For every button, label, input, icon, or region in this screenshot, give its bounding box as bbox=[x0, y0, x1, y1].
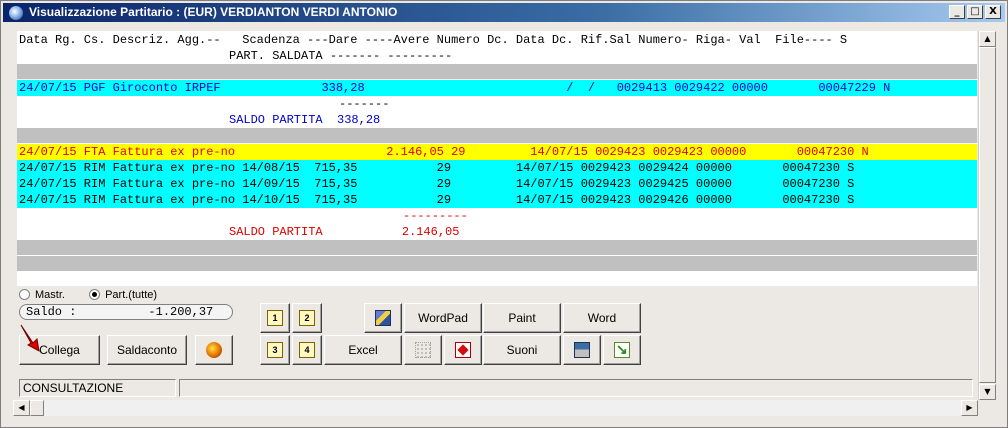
saldo-partita-row: SALDO PARTITA 338,28 bbox=[17, 112, 977, 128]
row-text: 24/07/15 RIM Fattura ex pre-no 14/10/15 … bbox=[19, 193, 855, 207]
row-text: ------- bbox=[339, 97, 390, 111]
table-row[interactable]: 24/07/15 PGF Giroconto IRPEF 338,28 / / … bbox=[17, 80, 977, 96]
mastr-label: Mastr. bbox=[35, 289, 65, 301]
excel-label: Excel bbox=[348, 343, 378, 357]
row-text: SALDO PARTITA 2.146,05 bbox=[229, 225, 460, 239]
export-button[interactable] bbox=[364, 303, 402, 333]
maximize-button[interactable]: □ bbox=[967, 5, 983, 19]
paint-button[interactable]: Paint bbox=[483, 303, 561, 333]
document-1-icon: 1 bbox=[267, 310, 283, 326]
view-options: Mastr. Part.(tutte) bbox=[19, 289, 157, 301]
page-3-button[interactable]: 3 bbox=[260, 335, 290, 365]
status-mode: CONSULTAZIONE bbox=[19, 379, 176, 397]
grid-dots-button[interactable] bbox=[404, 335, 442, 365]
ledger-grid[interactable]: Data Rg. Cs. Descriz. Agg.-- Scadenza --… bbox=[17, 31, 977, 286]
horizontal-scrollbar[interactable]: ◀ ▶ bbox=[13, 400, 978, 416]
exit-button[interactable] bbox=[603, 335, 641, 365]
table-row[interactable]: 24/07/15 RIM Fattura ex pre-no 14/09/15 … bbox=[17, 176, 977, 192]
status-bar: CONSULTAZIONE bbox=[19, 379, 973, 397]
page-1-button[interactable]: 1 bbox=[260, 303, 290, 333]
grid-subheader-text: PART. SALDATA ------- --------- bbox=[229, 49, 453, 63]
grid-header-text: Data Rg. Cs. Descriz. Agg.-- Scadenza --… bbox=[19, 33, 848, 47]
status-message bbox=[179, 379, 973, 397]
window-title: Visualizzazione Partitario : (EUR) VERDI… bbox=[29, 5, 398, 19]
partitario-window: Visualizzazione Partitario : (EUR) VERDI… bbox=[0, 0, 1008, 428]
wordpad-button[interactable]: WordPad bbox=[404, 303, 482, 333]
print-button[interactable] bbox=[563, 335, 601, 365]
page-2-button[interactable]: 2 bbox=[292, 303, 322, 333]
scroll-up-button[interactable]: ▲ bbox=[979, 31, 996, 47]
saldaconto-button[interactable]: Saldaconto bbox=[107, 335, 187, 365]
refresh-button[interactable] bbox=[195, 335, 233, 365]
part-tutte-radio[interactable] bbox=[89, 289, 101, 300]
scroll-down-button[interactable]: ▼ bbox=[979, 384, 996, 400]
app-logo-icon bbox=[9, 6, 23, 20]
separator-row bbox=[17, 240, 977, 255]
saldo-display: Saldo : -1.200,37 bbox=[19, 304, 233, 320]
collega-label: Collega bbox=[39, 343, 80, 357]
printer-icon bbox=[574, 342, 590, 358]
saldaconto-label: Saldaconto bbox=[116, 343, 178, 357]
dotted-grid-icon bbox=[415, 342, 431, 358]
row-text: SALDO PARTITA 338,28 bbox=[229, 113, 381, 127]
horizontal-scroll-thumb[interactable] bbox=[30, 400, 44, 416]
suoni-button[interactable]: Suoni bbox=[483, 335, 561, 365]
wordpad-label: WordPad bbox=[418, 311, 468, 325]
total-line-row: ------- bbox=[17, 96, 977, 112]
pdf-button[interactable] bbox=[444, 335, 482, 365]
row-text: 24/07/15 FTA Fattura ex pre-no 2.146,05 … bbox=[19, 145, 869, 159]
pdf-icon bbox=[455, 342, 471, 358]
word-button[interactable]: Word bbox=[563, 303, 641, 333]
paint-label: Paint bbox=[508, 311, 536, 325]
total-line-row: --------- bbox=[17, 208, 977, 224]
refresh-icon bbox=[206, 342, 222, 358]
vertical-scrollbar[interactable]: ▲ ▼ bbox=[978, 31, 996, 400]
separator-row bbox=[17, 64, 977, 79]
title-bar: Visualizzazione Partitario : (EUR) VERDI… bbox=[3, 3, 1005, 22]
word-label: Word bbox=[587, 311, 617, 325]
document-2-icon: 2 bbox=[299, 310, 315, 326]
separator-row bbox=[17, 128, 977, 143]
document-4-icon: 4 bbox=[299, 342, 315, 358]
red-arrow-pointer-icon bbox=[20, 324, 40, 352]
table-row[interactable]: 24/07/15 RIM Fattura ex pre-no 14/10/15 … bbox=[17, 192, 977, 208]
exit-arrow-icon bbox=[614, 341, 630, 358]
saldo-partita-row: SALDO PARTITA 2.146,05 bbox=[17, 224, 977, 240]
export-stack-icon bbox=[375, 310, 391, 326]
scroll-thumb[interactable] bbox=[979, 47, 996, 383]
suoni-label: Suoni bbox=[506, 343, 538, 357]
part-tutte-label: Part.(tutte) bbox=[105, 289, 158, 301]
document-3-icon: 3 bbox=[267, 342, 283, 358]
table-row[interactable]: 24/07/15 FTA Fattura ex pre-no 2.146,05 … bbox=[17, 144, 977, 160]
row-text: 24/07/15 RIM Fattura ex pre-no 14/09/15 … bbox=[19, 177, 855, 191]
grid-subheader-row: PART. SALDATA ------- --------- bbox=[17, 48, 977, 64]
page-4-button[interactable]: 4 bbox=[292, 335, 322, 365]
mastr-radio[interactable] bbox=[19, 289, 30, 300]
table-row[interactable]: 24/07/15 RIM Fattura ex pre-no 14/08/15 … bbox=[17, 160, 977, 176]
minimize-button[interactable]: _ bbox=[949, 5, 965, 19]
close-button[interactable]: X bbox=[985, 5, 1001, 19]
excel-button[interactable]: Excel bbox=[324, 335, 402, 365]
grid-header-row: Data Rg. Cs. Descriz. Agg.-- Scadenza --… bbox=[17, 32, 977, 48]
scroll-right-button[interactable]: ▶ bbox=[961, 400, 978, 416]
row-text: --------- bbox=[403, 209, 468, 223]
scroll-left-button[interactable]: ◀ bbox=[13, 400, 30, 416]
separator-row bbox=[17, 256, 977, 271]
row-text: 24/07/15 PGF Giroconto IRPEF 338,28 / / … bbox=[19, 81, 891, 95]
row-text: 24/07/15 RIM Fattura ex pre-no 14/08/15 … bbox=[19, 161, 855, 175]
